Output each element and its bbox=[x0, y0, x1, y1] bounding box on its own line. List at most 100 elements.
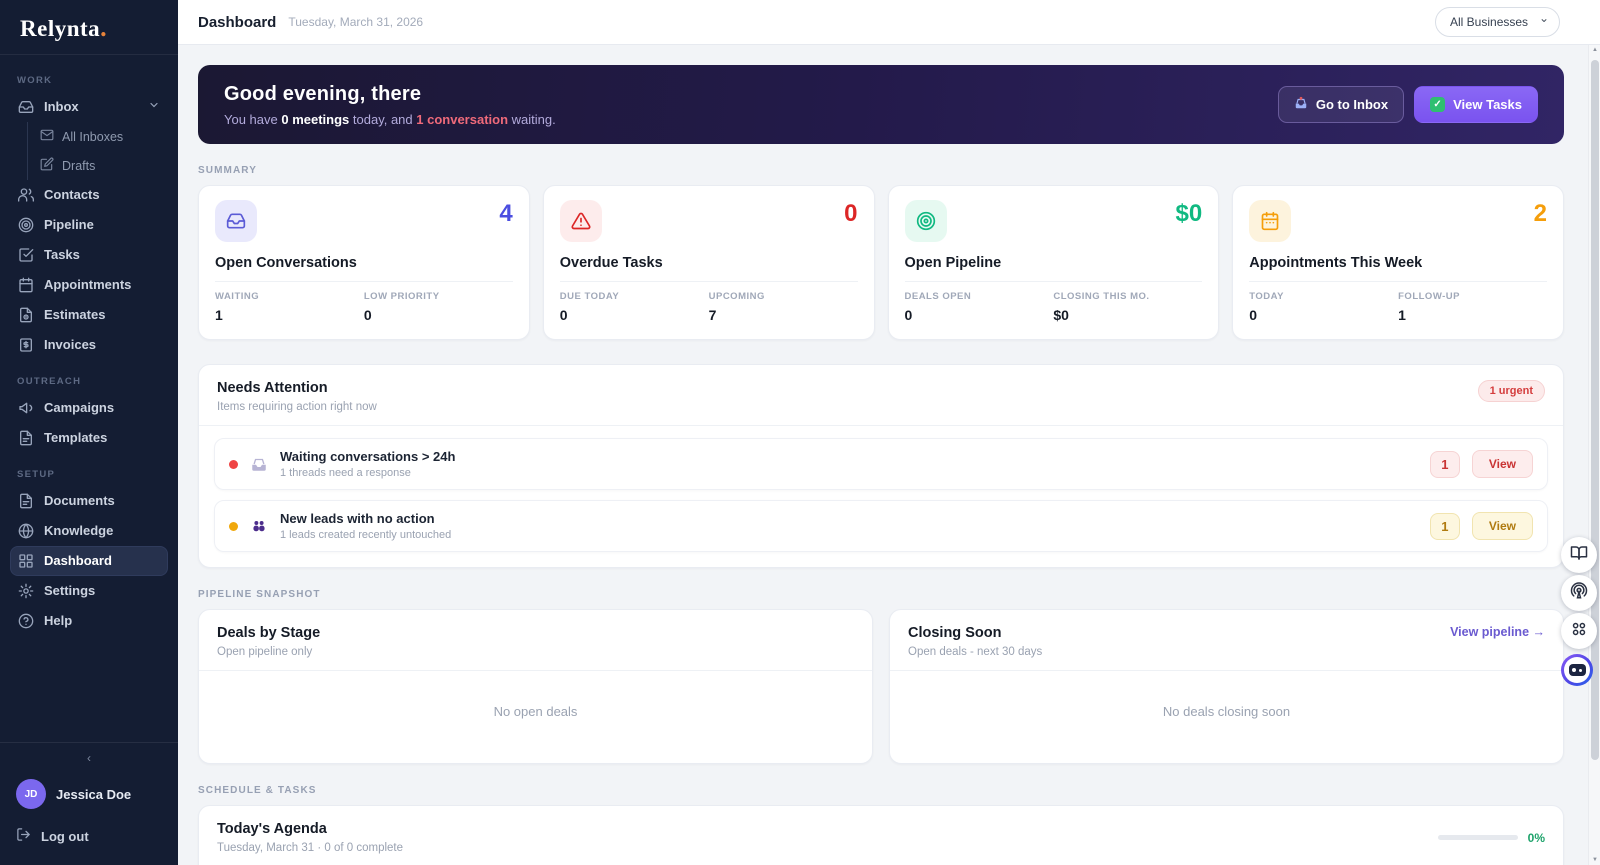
count-badge: 1 bbox=[1429, 512, 1460, 540]
deals-by-stage-title: Deals by Stage bbox=[217, 625, 321, 641]
sidebar-item-label: Pipeline bbox=[44, 217, 94, 233]
summary-card-overdue-tasks[interactable]: 0 Overdue Tasks DUE TODAY 0 UPCOMING 7 bbox=[542, 185, 875, 340]
count-badge: 1 bbox=[1429, 450, 1460, 478]
pipeline-section-label: PIPELINE SNAPSHOT bbox=[198, 589, 321, 600]
draft-icon bbox=[40, 157, 54, 174]
sidebar-item-documents[interactable]: Documents bbox=[10, 486, 168, 516]
todays-agenda-panel: Today's Agenda Tuesday, March 31 · 0 of … bbox=[198, 805, 1564, 865]
mail-icon bbox=[40, 128, 54, 145]
card-title: Open Pipeline bbox=[904, 255, 1002, 271]
dashboard-content: Good evening, there You have 0 meetings … bbox=[178, 45, 1600, 865]
inbox-tray-icon bbox=[1294, 96, 1308, 113]
broadcast-fab-button[interactable] bbox=[1561, 575, 1597, 611]
apps-fab-button[interactable] bbox=[1561, 613, 1597, 649]
book-icon bbox=[1570, 544, 1588, 567]
check-square-icon bbox=[18, 247, 34, 263]
sidebar-item-help[interactable]: Help bbox=[10, 606, 168, 636]
page-scrollbar[interactable]: ▲ ▼ bbox=[1588, 45, 1600, 865]
sidebar-item-all-inboxes[interactable]: All Inboxes bbox=[36, 122, 168, 151]
file-icon bbox=[18, 430, 34, 446]
sidebar-item-label: Settings bbox=[44, 583, 96, 599]
inbox-icon bbox=[250, 455, 268, 473]
urgency-dot-amber bbox=[229, 521, 238, 531]
globe-icon bbox=[18, 523, 34, 539]
sidebar-item-invoices[interactable]: Invoices bbox=[10, 330, 168, 360]
section-label-outreach: OUTREACH bbox=[17, 376, 82, 387]
sidebar-item-pipeline[interactable]: Pipeline bbox=[10, 210, 168, 240]
business-filter-select[interactable]: All Businesses bbox=[1435, 7, 1560, 37]
sidebar-item-settings[interactable]: Settings bbox=[10, 576, 168, 606]
summary-card-open-pipeline[interactable]: $0 Open Pipeline DEALS OPEN 0 CLOSING THI… bbox=[887, 185, 1220, 340]
sidebar-item-label: Contacts bbox=[44, 187, 100, 203]
stat-label: UPCOMING bbox=[708, 291, 765, 302]
chatbot-icon bbox=[1564, 657, 1590, 683]
sidebar-item-label: Tasks bbox=[44, 247, 80, 263]
logout-button[interactable]: Log out bbox=[14, 821, 164, 851]
scroll-down-arrow[interactable]: ▼ bbox=[1589, 857, 1600, 863]
sidebar-item-appointments[interactable]: Appointments bbox=[10, 270, 168, 300]
greeting-sub-mid: today, and bbox=[349, 111, 417, 127]
card-value: 4 bbox=[499, 200, 513, 227]
sidebar-item-templates[interactable]: Templates bbox=[10, 423, 168, 453]
floating-toolbar bbox=[1561, 537, 1597, 686]
sidebar-item-drafts[interactable]: Drafts bbox=[36, 151, 168, 180]
sidebar-item-contacts[interactable]: Contacts bbox=[10, 180, 168, 210]
sidebar-item-campaigns[interactable]: Campaigns bbox=[10, 393, 168, 423]
stat-label: DEALS OPEN bbox=[904, 291, 972, 302]
business-filter-wrap: All Businesses bbox=[1435, 7, 1560, 37]
greeting-sub-suffix: waiting. bbox=[508, 111, 556, 127]
scroll-up-arrow[interactable]: ▲ bbox=[1589, 47, 1600, 53]
view-pipeline-link[interactable]: View pipeline → bbox=[1450, 625, 1545, 639]
attention-row-new-leads[interactable]: New leads with no action 1 leads created… bbox=[214, 500, 1548, 552]
attention-row-waiting-conversations[interactable]: Waiting conversations > 24h 1 threads ne… bbox=[214, 438, 1548, 490]
view-tasks-label: View Tasks bbox=[1453, 97, 1522, 112]
sidebar-item-label: Knowledge bbox=[44, 523, 114, 539]
agenda-progress-label: 0% bbox=[1527, 830, 1545, 845]
stat-label: CLOSING THIS MO. bbox=[1053, 291, 1150, 302]
docs-fab-button[interactable] bbox=[1561, 537, 1597, 573]
sidebar-item-knowledge[interactable]: Knowledge bbox=[10, 516, 168, 546]
user-name: Jessica Doe bbox=[56, 786, 132, 802]
sidebar-nav: WORK Inbox All Inboxes Drafts Contacts P… bbox=[0, 55, 178, 742]
sidebar-item-dashboard[interactable]: Dashboard bbox=[10, 546, 168, 576]
go-to-inbox-button[interactable]: Go to Inbox bbox=[1277, 86, 1405, 123]
avatar: JD bbox=[16, 779, 46, 809]
greeting-sub-prefix: You have bbox=[224, 111, 282, 127]
needs-attention-panel: Needs Attention Items requiring action r… bbox=[198, 364, 1564, 568]
view-button[interactable]: View bbox=[1471, 450, 1533, 478]
help-icon bbox=[18, 613, 34, 629]
stat-label: LOW PRIORITY bbox=[363, 291, 440, 302]
brand-accent-dot: . bbox=[100, 13, 108, 42]
user-menu[interactable]: JD Jessica Doe bbox=[14, 773, 164, 821]
chatbot-button[interactable] bbox=[1561, 654, 1593, 686]
summary-card-appointments[interactable]: 2 Appointments This Week TODAY 0 FOLLOW-U… bbox=[1232, 185, 1564, 340]
calendar-icon bbox=[1249, 200, 1292, 242]
summary-card-open-conversations[interactable]: 4 Open Conversations WAITING 1 LOW PRIORI… bbox=[198, 185, 530, 340]
sidebar-item-inbox[interactable]: Inbox bbox=[10, 92, 168, 122]
view-button[interactable]: View bbox=[1471, 512, 1533, 540]
logout-label: Log out bbox=[41, 828, 89, 844]
card-value: 2 bbox=[1533, 200, 1547, 227]
broadcast-icon bbox=[1570, 581, 1588, 605]
closing-soon-title: Closing Soon bbox=[908, 625, 1002, 641]
agenda-progress-bar bbox=[1437, 835, 1518, 840]
stat-value: 1 bbox=[1398, 307, 1406, 323]
needs-attention-subtitle: Items requiring action right now bbox=[217, 401, 377, 413]
card-value: 0 bbox=[844, 200, 858, 227]
target-icon bbox=[904, 200, 947, 242]
sidebar-item-label: Drafts bbox=[62, 158, 96, 173]
section-label-work: WORK bbox=[17, 75, 53, 86]
deals-by-stage-panel: Deals by Stage Open pipeline only No ope… bbox=[198, 609, 873, 764]
view-tasks-button[interactable]: ✓ View Tasks bbox=[1414, 86, 1538, 123]
go-to-inbox-label: Go to Inbox bbox=[1315, 97, 1389, 112]
sidebar-item-tasks[interactable]: Tasks bbox=[10, 240, 168, 270]
attention-row-title: Waiting conversations > 24h bbox=[280, 449, 456, 464]
sidebar-item-estimates[interactable]: Estimates bbox=[10, 300, 168, 330]
page-date: Tuesday, March 31, 2026 bbox=[288, 15, 424, 29]
app-grid-icon bbox=[1570, 620, 1588, 643]
collapse-sidebar-button[interactable]: ‹ bbox=[14, 749, 164, 773]
attention-row-subtitle: 1 leads created recently untouched bbox=[280, 529, 452, 541]
sidebar-item-label: Campaigns bbox=[44, 400, 115, 416]
brand-logo[interactable]: Relynta. bbox=[0, 0, 178, 55]
summary-cards: 4 Open Conversations WAITING 1 LOW PRIORI… bbox=[198, 185, 1564, 340]
